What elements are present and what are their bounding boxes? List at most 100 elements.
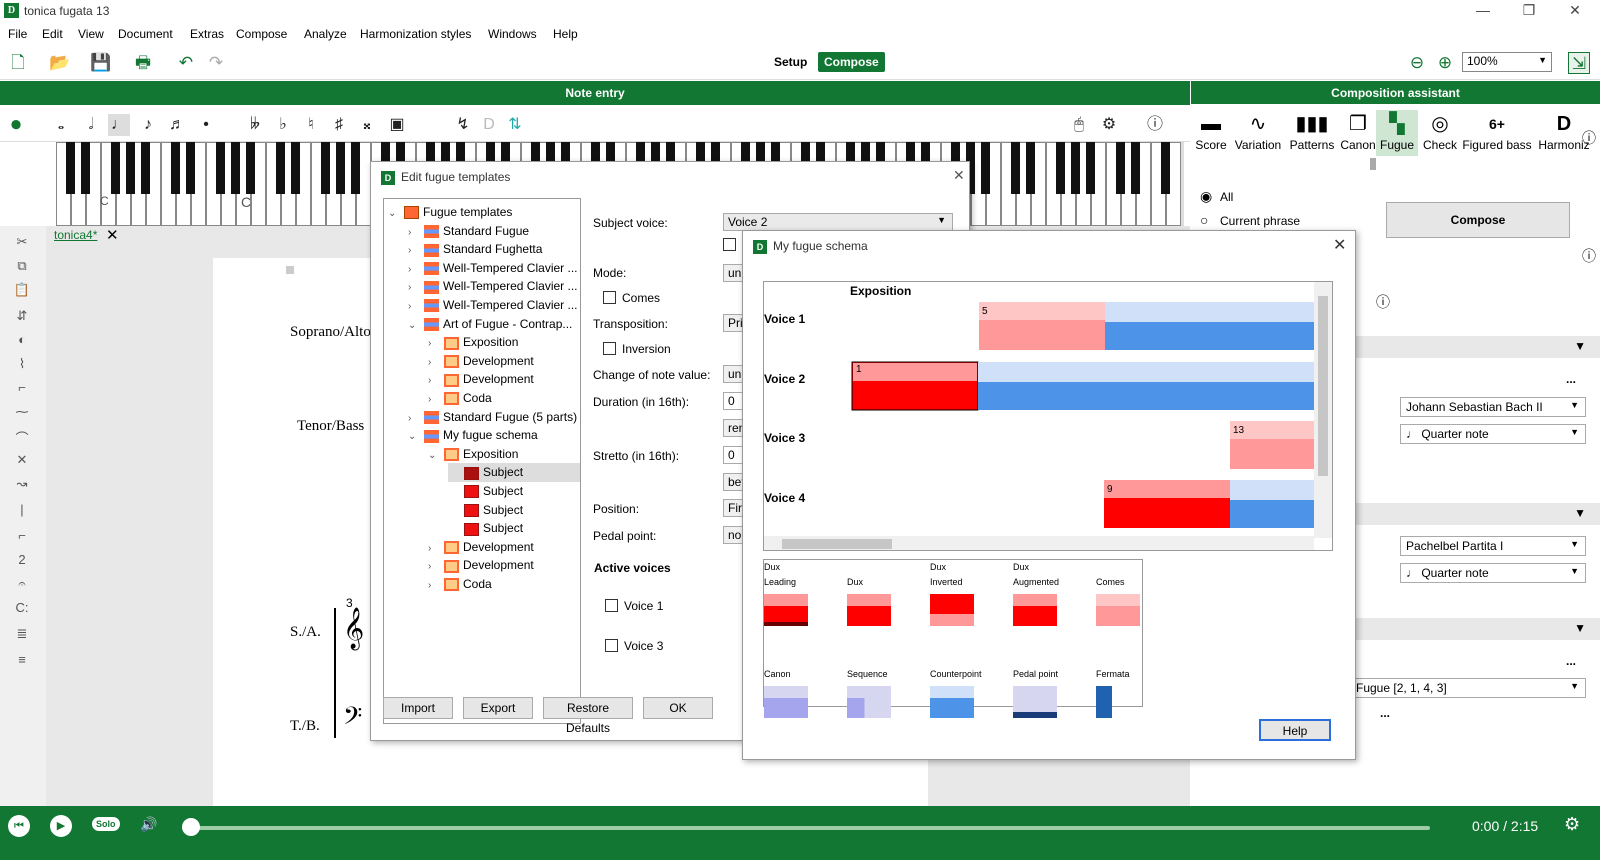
menu-edit[interactable]: Edit xyxy=(42,27,63,41)
menu-view[interactable]: View xyxy=(78,27,104,41)
tree-item[interactable]: › Development xyxy=(428,556,534,575)
black-key[interactable] xyxy=(246,142,255,194)
inversion-checkbox[interactable] xyxy=(603,342,616,355)
close-icon[interactable]: ✕ xyxy=(1333,235,1346,255)
voice3-checkbox[interactable] xyxy=(605,639,618,652)
tool-icon[interactable]: ✕ xyxy=(12,452,32,470)
transpose-icon[interactable]: ⇅ xyxy=(504,114,526,136)
tree-item[interactable]: Subject xyxy=(448,519,523,538)
info-icon[interactable]: ⓘ xyxy=(1582,246,1596,266)
tree-item[interactable]: Subject xyxy=(448,501,523,520)
chevron-right-icon[interactable]: › xyxy=(428,390,444,409)
tree-item[interactable]: › Standard Fugue (5 parts) xyxy=(408,408,577,427)
import-button[interactable]: Import xyxy=(383,697,453,719)
tree-item[interactable]: › Standard Fughetta xyxy=(408,240,542,259)
info-icon[interactable]: ⓘ xyxy=(1376,292,1390,312)
tool-icon[interactable]: ⇵ xyxy=(12,308,32,326)
tab-fugue[interactable]: ▚ Fugue xyxy=(1376,110,1418,156)
menu-extras[interactable]: Extras xyxy=(190,27,224,41)
close-icon[interactable]: ✕ xyxy=(1558,2,1592,20)
mouse-icon[interactable]: 🖱 xyxy=(1068,114,1090,136)
black-key[interactable] xyxy=(1131,142,1140,194)
tree-item[interactable]: Subject xyxy=(448,463,580,483)
vertical-scrollbar[interactable] xyxy=(1314,282,1332,538)
tool-icon[interactable]: ◐ xyxy=(12,332,32,350)
tab-variation[interactable]: ∿ Variation xyxy=(1230,110,1286,156)
progress-handle[interactable] xyxy=(182,818,200,836)
menu-file[interactable]: File xyxy=(8,27,27,41)
tab-score[interactable]: ▬ Score xyxy=(1194,110,1228,156)
play-icon[interactable]: ▶ xyxy=(50,815,72,837)
undo-icon[interactable]: ↶ xyxy=(175,52,197,74)
tab-check[interactable]: ◎ Check xyxy=(1420,110,1460,156)
chevron-right-icon[interactable]: › xyxy=(428,557,444,576)
tree-item[interactable]: › Development xyxy=(428,370,534,389)
black-key[interactable] xyxy=(336,142,345,194)
progress-track[interactable] xyxy=(190,826,1430,830)
chevron-right-icon[interactable]: › xyxy=(408,297,424,316)
zoom-select[interactable]: 100% ▼ xyxy=(1462,52,1552,72)
tool-icon[interactable]: ↝ xyxy=(12,476,32,494)
note-value-select[interactable]: ♩ Quarter note ▼ xyxy=(1400,563,1586,583)
tab-figured-bass[interactable]: 6+ Figured bass xyxy=(1462,110,1532,156)
voice1-checkbox[interactable] xyxy=(605,599,618,612)
tree-item[interactable]: › Well-Tempered Clavier ... xyxy=(408,277,577,296)
chevron-right-icon[interactable]: › xyxy=(408,260,424,279)
tool-icon[interactable]: ⌒ xyxy=(12,428,32,446)
composer-select[interactable]: Pachelbel Partita I ▼ xyxy=(1400,536,1586,556)
tree-item[interactable]: › Coda xyxy=(428,575,492,594)
minimize-icon[interactable]: — xyxy=(1466,2,1500,20)
chevron-down-icon[interactable]: ⌄ xyxy=(408,316,424,335)
more-icon[interactable]: ... xyxy=(1380,706,1390,720)
chord-icon[interactable]: ↯ xyxy=(452,114,474,136)
chevron-right-icon[interactable]: › xyxy=(428,576,444,595)
black-key[interactable] xyxy=(126,142,135,194)
checkbox[interactable] xyxy=(723,238,736,251)
restore-defaults-button[interactable]: Restore Defaults xyxy=(543,697,633,735)
paste-icon[interactable]: 📋 xyxy=(12,282,32,300)
note-value-select[interactable]: ♩ Quarter note ▼ xyxy=(1400,424,1586,444)
radio-phrase[interactable]: ○ xyxy=(1200,212,1208,228)
tree-item[interactable]: ⌄ My fugue schema xyxy=(408,426,538,445)
whole-note-icon[interactable]: 𝅝 xyxy=(50,114,72,136)
black-key[interactable] xyxy=(1161,142,1170,194)
double-flat-icon[interactable]: 𝄫 xyxy=(244,114,266,136)
black-key[interactable] xyxy=(321,142,330,194)
tree-item[interactable]: ⌄ Fugue templates xyxy=(388,203,512,222)
info-icon[interactable]: ⓘ xyxy=(1582,128,1596,148)
double-sharp-icon[interactable]: 𝄪 xyxy=(356,114,378,136)
ok-button[interactable]: OK xyxy=(643,697,713,719)
black-key[interactable] xyxy=(111,142,120,194)
setup-tab[interactable]: Setup xyxy=(768,52,813,72)
black-key[interactable] xyxy=(1011,142,1020,194)
tree-item[interactable]: ⌄ Exposition xyxy=(428,445,518,464)
black-key[interactable] xyxy=(1056,142,1065,194)
tree-item[interactable]: Subject xyxy=(448,482,523,501)
new-document-icon[interactable]: 🗋 xyxy=(7,52,29,74)
help-button[interactable]: Help xyxy=(1259,719,1331,741)
tab-canon[interactable]: ❐ Canon xyxy=(1338,110,1378,156)
toggle-icon[interactable]: ⏺ xyxy=(5,114,27,136)
gear-icon[interactable]: ⚙ xyxy=(1564,814,1580,835)
half-note-icon[interactable]: 𝅗𝅥 xyxy=(80,114,102,136)
horizontal-scrollbar[interactable] xyxy=(764,536,1314,550)
chevron-down-icon[interactable]: ⌄ xyxy=(388,204,404,223)
zoom-in-icon[interactable]: ⊕ xyxy=(1434,52,1456,74)
comes-checkbox[interactable] xyxy=(603,291,616,304)
info-icon[interactable]: ⓘ xyxy=(1144,114,1166,136)
chevron-right-icon[interactable]: › xyxy=(408,278,424,297)
menu-windows[interactable]: Windows xyxy=(488,27,537,41)
black-key[interactable] xyxy=(1026,142,1035,194)
tool-icon[interactable]: ⁓ xyxy=(12,404,32,422)
redo-icon[interactable]: ↷ xyxy=(205,52,227,74)
cut-icon[interactable]: ✂ xyxy=(12,234,32,252)
black-key[interactable] xyxy=(1116,142,1125,194)
menu-analyze[interactable]: Analyze xyxy=(304,27,347,41)
black-key[interactable] xyxy=(1071,142,1080,194)
chevron-right-icon[interactable]: › xyxy=(428,539,444,558)
chevron-right-icon[interactable]: › xyxy=(428,371,444,390)
dot-icon[interactable]: • xyxy=(195,114,217,136)
black-key[interactable] xyxy=(231,142,240,194)
fermata-icon[interactable]: 𝄐 xyxy=(12,576,32,594)
score-tab[interactable]: tonica4* xyxy=(54,228,97,242)
